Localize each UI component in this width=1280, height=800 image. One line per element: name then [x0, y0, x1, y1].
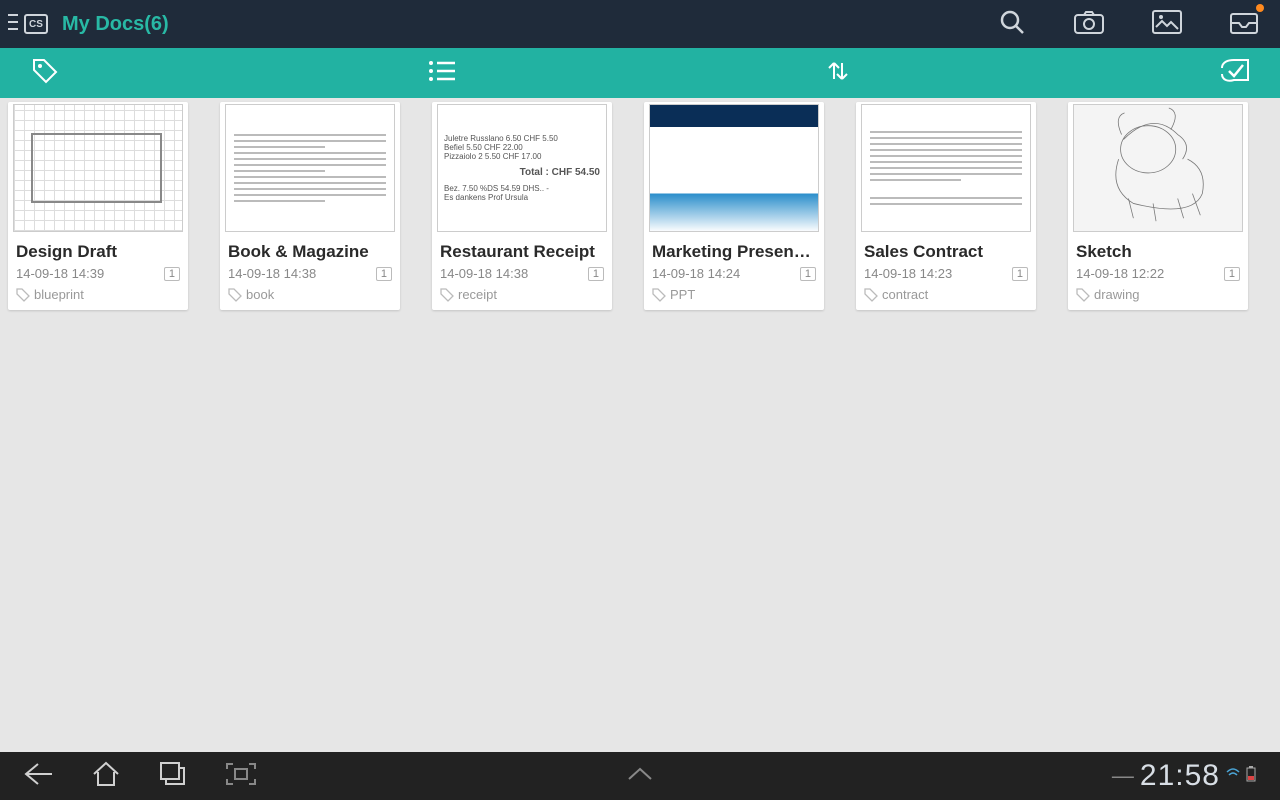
document-tag: blueprint	[34, 287, 84, 302]
wifi-icon	[1226, 767, 1240, 786]
document-date: 14-09-18 14:38	[228, 266, 316, 281]
tag-icon[interactable]	[30, 56, 60, 91]
document-tag: PPT	[670, 287, 695, 302]
document-date: 14-09-18 14:39	[16, 266, 104, 281]
page-count-badge: 1	[1224, 267, 1240, 281]
document-title: Sketch	[1068, 238, 1248, 264]
screenshot-icon[interactable]	[226, 763, 256, 790]
document-thumbnail	[225, 104, 395, 232]
expand-up-icon[interactable]	[627, 767, 653, 786]
document-card[interactable]: Sales Contract 14-09-18 14:23 1 contract	[856, 102, 1036, 310]
page-count-badge: 1	[376, 267, 392, 281]
document-thumbnail	[861, 104, 1031, 232]
page-count-badge: 1	[164, 267, 180, 281]
page-count-badge: 1	[1012, 267, 1028, 281]
list-view-icon[interactable]	[428, 59, 456, 88]
recent-apps-icon[interactable]	[160, 762, 186, 791]
document-card[interactable]: Book & Magazine 14-09-18 14:38 1 book	[220, 102, 400, 310]
inbox-icon[interactable]	[1230, 10, 1258, 39]
page-title: My Docs(6)	[62, 13, 169, 36]
document-tag: contract	[882, 287, 928, 302]
app-logo[interactable]: CS	[24, 14, 48, 34]
tag-small-icon	[1076, 288, 1090, 302]
document-date: 14-09-18 14:23	[864, 266, 952, 281]
document-grid: Design Draft 14-09-18 14:39 1 blueprint …	[0, 98, 1280, 314]
search-icon[interactable]	[998, 8, 1026, 41]
document-title: Book & Magazine	[220, 238, 400, 264]
select-icon[interactable]	[1220, 58, 1250, 89]
collapse-icon[interactable]: —	[1112, 763, 1134, 789]
camera-icon[interactable]	[1074, 10, 1104, 39]
app-header: CS My Docs(6)	[0, 0, 1280, 48]
battery-icon	[1246, 766, 1256, 787]
tag-small-icon	[228, 288, 242, 302]
document-date: 14-09-18 12:22	[1076, 266, 1164, 281]
tag-small-icon	[652, 288, 666, 302]
sort-icon[interactable]	[824, 57, 852, 90]
document-tag: book	[246, 287, 274, 302]
page-count-badge: 1	[588, 267, 604, 281]
back-icon[interactable]	[24, 762, 52, 791]
menu-icon[interactable]	[8, 11, 18, 38]
clock[interactable]: 21:58	[1140, 759, 1220, 793]
tag-small-icon	[864, 288, 878, 302]
document-date: 14-09-18 14:24	[652, 266, 740, 281]
document-card[interactable]: Juletre Russlano 6.50 CHF 5.50 Befiel 5.…	[432, 102, 612, 310]
notification-dot	[1256, 4, 1264, 12]
document-card[interactable]: Design Draft 14-09-18 14:39 1 blueprint	[8, 102, 188, 310]
action-bar	[0, 48, 1280, 98]
gallery-icon[interactable]	[1152, 10, 1182, 39]
document-tag: receipt	[458, 287, 497, 302]
document-card[interactable]: Marketing Presentation 14-09-18 14:24 1 …	[644, 102, 824, 310]
document-title: Marketing Presentation	[644, 238, 824, 264]
document-title: Sales Contract	[856, 238, 1036, 264]
document-title: Design Draft	[8, 238, 188, 264]
document-tag: drawing	[1094, 287, 1140, 302]
document-thumbnail	[1073, 104, 1243, 232]
document-thumbnail	[13, 104, 183, 232]
document-thumbnail	[649, 104, 819, 232]
tag-small-icon	[16, 288, 30, 302]
home-icon[interactable]	[92, 761, 120, 792]
document-title: Restaurant Receipt	[432, 238, 612, 264]
document-date: 14-09-18 14:38	[440, 266, 528, 281]
page-count-badge: 1	[800, 267, 816, 281]
document-thumbnail: Juletre Russlano 6.50 CHF 5.50 Befiel 5.…	[437, 104, 607, 232]
document-card[interactable]: Sketch 14-09-18 12:22 1 drawing	[1068, 102, 1248, 310]
system-nav-bar: — 21:58	[0, 752, 1280, 800]
tag-small-icon	[440, 288, 454, 302]
